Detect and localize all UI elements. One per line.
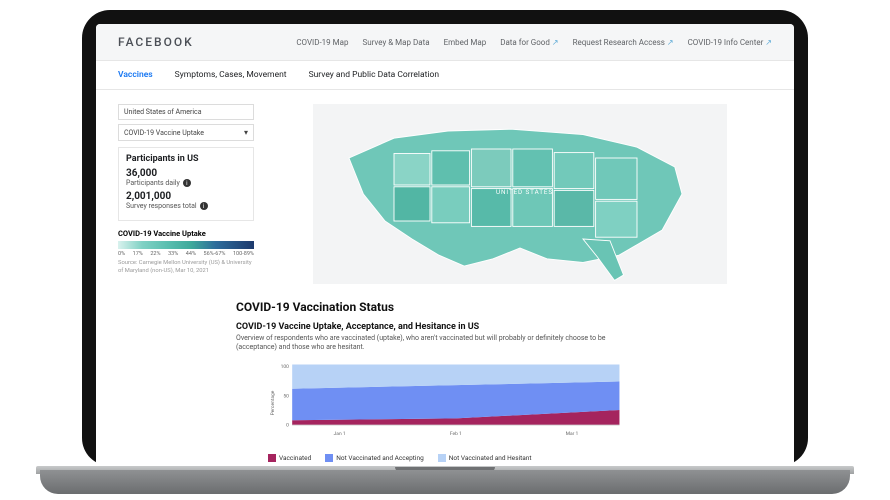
legend-ticks: 0%17%22%33%44%56%-67%100-89% — [118, 251, 254, 257]
stacked-area-chart: Percentage 100 50 0 Jan 1 Feb 1 Mar 1 — [236, 358, 734, 462]
state-shape[interactable] — [554, 153, 594, 189]
top-bar: FACEBOOK COVID-19 Map Survey & Map Data … — [96, 24, 794, 61]
nav-survey-map-data[interactable]: Survey & Map Data — [362, 38, 429, 47]
tab-symptoms-cases-movement[interactable]: Symptoms, Cases, Movement — [175, 70, 287, 80]
nav-embed-map[interactable]: Embed Map — [444, 38, 487, 47]
participants-total-label: Survey responses total — [126, 202, 197, 210]
tab-survey-public-correlation[interactable]: Survey and Public Data Correlation — [309, 70, 439, 80]
external-link-icon: ↗ — [667, 38, 674, 47]
state-shape[interactable] — [394, 187, 430, 221]
legend-swatch — [325, 454, 333, 462]
state-shape[interactable] — [596, 201, 637, 237]
state-shape[interactable] — [596, 158, 637, 199]
legend-title: COVID-19 Vaccine Uptake — [118, 229, 254, 238]
x-tick: Mar 1 — [566, 431, 579, 437]
chart-legend: Vaccinated Not Vaccinated and Accepting … — [268, 454, 734, 462]
legend-label: Not Vaccinated and Accepting — [336, 454, 423, 462]
legend-source: Source: Carnegie Mellon University (US) … — [118, 260, 254, 275]
participants-title: Participants in US — [126, 154, 246, 164]
nav-data-for-good[interactable]: Data for Good↗ — [500, 38, 558, 47]
top-nav: COVID-19 Map Survey & Map Data Embed Map… — [296, 38, 772, 47]
info-icon[interactable]: i — [183, 179, 191, 187]
legend-swatch — [438, 454, 446, 462]
participants-total-value: 2,001,000 — [126, 191, 246, 202]
state-shape[interactable] — [513, 149, 553, 187]
sidebar: United States of America COVID-19 Vaccin… — [118, 104, 254, 294]
state-shape[interactable] — [554, 190, 594, 226]
x-tick: Jan 1 — [334, 431, 346, 437]
nav-request-research-access[interactable]: Request Research Access↗ — [573, 38, 674, 47]
region-select-value: United States of America — [124, 108, 202, 116]
screen: FACEBOOK COVID-19 Map Survey & Map Data … — [96, 24, 794, 466]
legend-label: Vaccinated — [279, 454, 311, 462]
chart-y-label: Percentage — [270, 390, 276, 415]
brand-logo: FACEBOOK — [118, 35, 194, 49]
external-link-icon: ↗ — [552, 38, 559, 47]
section-title: COVID-19 Vaccination Status — [236, 300, 734, 314]
laptop-base — [40, 470, 850, 494]
choropleth-map[interactable]: UNITED STATES — [268, 104, 772, 294]
participants-daily-label: Participants daily — [126, 179, 180, 187]
state-shape[interactable] — [432, 151, 470, 185]
chart-title: COVID-19 Vaccine Uptake, Acceptance, and… — [236, 322, 734, 332]
state-shape[interactable] — [471, 149, 511, 187]
y-tick: 100 — [281, 364, 289, 370]
y-tick: 0 — [286, 423, 289, 429]
metric-select[interactable]: COVID-19 Vaccine Uptake ▾ — [118, 124, 254, 141]
legend-label: Not Vaccinated and Hesitant — [449, 454, 532, 462]
sub-tabs: Vaccines Symptoms, Cases, Movement Surve… — [96, 61, 794, 90]
external-link-icon: ↗ — [765, 38, 772, 47]
region-select[interactable]: United States of America — [118, 104, 254, 120]
state-shape[interactable] — [394, 154, 430, 186]
nav-covid-map[interactable]: COVID-19 Map — [296, 38, 348, 47]
state-shape[interactable] — [432, 187, 470, 223]
us-map-svg: UNITED STATES — [268, 104, 772, 284]
info-icon[interactable]: i — [200, 202, 208, 210]
map-country-label: UNITED STATES — [496, 188, 553, 196]
laptop-frame: FACEBOOK COVID-19 Map Survey & Map Data … — [82, 10, 808, 466]
chart-areas — [292, 365, 619, 426]
participants-daily-value: 36,000 — [126, 168, 246, 179]
legend-color-scale — [118, 241, 254, 249]
nav-covid-info-center[interactable]: COVID-19 Info Center↗ — [688, 38, 772, 47]
tab-vaccines[interactable]: Vaccines — [118, 70, 153, 80]
chart-subtitle: Overview of respondents who are vaccinat… — [236, 334, 616, 352]
participants-panel: Participants in US 36,000 Participants d… — [118, 147, 254, 221]
metric-select-value: COVID-19 Vaccine Uptake — [124, 129, 204, 137]
legend-swatch — [268, 454, 276, 462]
y-tick: 50 — [283, 393, 289, 399]
x-tick: Feb 1 — [450, 431, 462, 437]
chevron-down-icon: ▾ — [244, 128, 248, 137]
